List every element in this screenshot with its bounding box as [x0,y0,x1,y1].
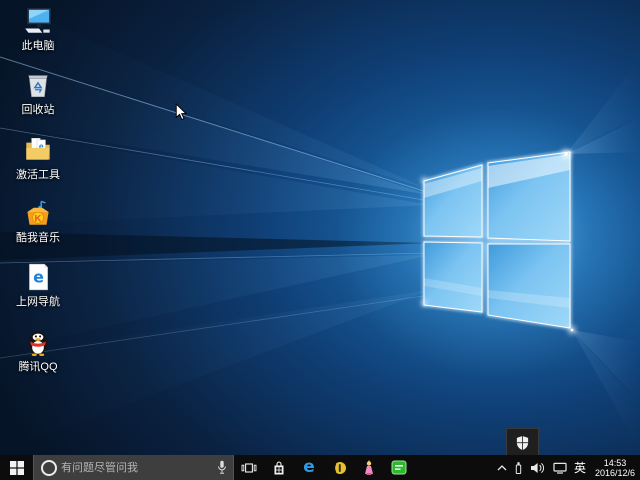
svg-text:K: K [35,214,42,225]
ime-language-indicator[interactable]: 英 [574,459,586,476]
network-icon[interactable] [553,462,567,474]
desktop-icon-label: 腾讯QQ [18,361,57,373]
taskbar: e [0,455,640,480]
desktop-icon-label: 激活工具 [16,169,60,181]
gold-coin-app-button[interactable] [324,455,354,480]
desktop-icon-kuwo-music[interactable]: K 酷我音乐 [4,196,72,244]
usb-device-icon[interactable] [514,461,523,475]
task-view-icon [241,460,257,476]
cortana-circle-icon [41,460,57,476]
tray-overflow-popup[interactable] [506,428,539,457]
desktop-icon-label: 此电脑 [22,40,55,52]
chevron-up-icon[interactable] [497,465,507,471]
desktop-icon-web-navigation[interactable]: e 上网导航 [4,260,72,308]
start-button[interactable] [0,455,33,480]
desktop-icon-tencent-qq[interactable]: 腾讯QQ [4,325,72,373]
edge-browser-button[interactable]: e [294,455,324,480]
desktop-icon-label: 回收站 [22,104,55,116]
volume-icon[interactable] [530,462,546,474]
cortana-search-box[interactable] [33,455,234,480]
mouse-cursor [175,103,187,121]
security-shield-icon [515,435,530,451]
recycle-bin-icon [21,68,55,102]
clock-date: 2016/12/6 [593,468,637,478]
desktop-icon-label: 酷我音乐 [16,232,60,244]
pink-character-app-icon [362,460,376,476]
svg-text:e: e [33,267,44,286]
gold-coin-app-icon [331,460,347,476]
taskbar-clock[interactable]: 14:53 2016/12/6 [593,458,637,478]
green-app-icon [391,460,407,475]
desktop-icon-label: 上网导航 [16,296,60,308]
microphone-icon[interactable] [217,460,227,475]
system-tray: 英 14:53 2016/12/6 [497,455,640,480]
windows-start-icon [10,461,24,475]
desktop-icon-this-pc[interactable]: 此电脑 [4,4,72,52]
desktop[interactable]: 此电脑 回收站 e 激活工具 K 酷我音乐 [0,0,640,480]
web-navigation-icon: e [21,260,55,294]
activation-tool-icon: e [21,133,55,167]
tencent-qq-icon [21,325,55,359]
clock-time: 14:53 [593,458,637,468]
windows-store-button[interactable] [264,455,294,480]
green-app-button[interactable] [384,455,414,480]
windows-hero-wallpaper [0,0,640,480]
search-input[interactable] [34,455,233,480]
pink-character-app-button[interactable] [354,455,384,480]
desktop-icon-activation-tool[interactable]: e 激活工具 [4,133,72,181]
windows-store-icon [271,460,287,476]
this-pc-icon [21,4,55,38]
kuwo-music-icon: K [21,196,55,230]
desktop-icon-recycle-bin[interactable]: 回收站 [4,68,72,116]
task-view-button[interactable] [234,455,264,480]
edge-browser-icon: e [303,459,315,476]
